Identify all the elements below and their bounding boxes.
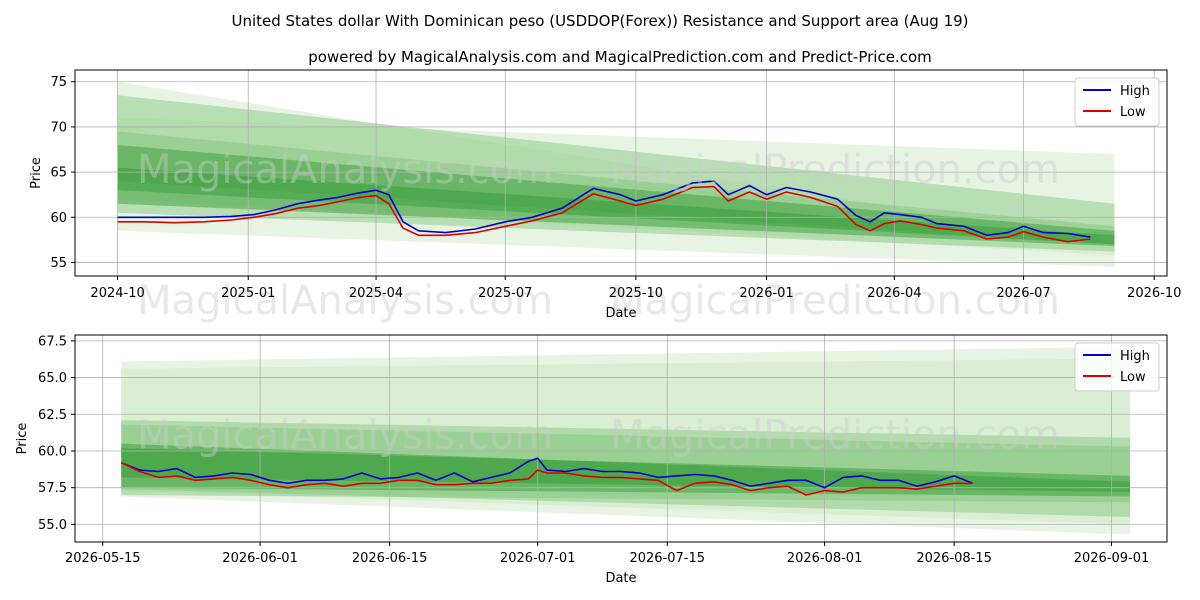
legend-label-high: High [1120,349,1150,364]
y-tick-label: 60 [50,211,67,226]
x-tick-label: 2026-07-01 [500,551,576,566]
y-tick-label: 67.5 [38,334,67,349]
x-tick-label: 2025-10 [609,286,663,301]
legend: High Low [1074,342,1160,392]
x-tick-label: 2025-01 [221,286,275,301]
x-tick-label: 2026-07-15 [629,551,705,566]
x-axis-label: Date [605,571,636,586]
watermark-text: MagicalPrediction.com [610,278,1060,324]
y-axis-label: Price [29,157,44,189]
x-tick-label: 2026-06-01 [222,551,298,566]
x-tick-label: 2026-10 [1127,286,1181,301]
x-tick-label: 2026-08-01 [787,551,863,566]
x-tick-label: 2026-04 [867,286,921,301]
legend: High Low [1074,77,1160,127]
y-tick-label: 65 [50,166,67,181]
chart-bottom: MagicalAnalysis.com MagicalPrediction.com… [15,334,1168,586]
y-tick-label: 60.0 [38,444,67,459]
y-axis-label: Price [15,423,30,455]
y-tick-label: 70 [50,120,67,135]
y-tick-label: 75 [50,75,67,90]
legend-label-low: Low [1120,370,1146,385]
x-tick-label: 2026-01 [739,286,793,301]
x-tick-label: 2024-10 [90,286,144,301]
watermark-text: MagicalAnalysis.com [137,147,553,193]
y-tick-label: 62.5 [38,408,67,423]
x-tick-label: 2026-06-15 [352,551,428,566]
x-tick-label: 2026-05-15 [65,551,141,566]
chart-top: MagicalAnalysis.com MagicalPrediction.com… [29,69,1181,324]
figure-subtitle: powered by MagicalAnalysis.com and Magic… [308,48,932,66]
legend-label-low: Low [1120,105,1146,120]
watermark-text: MagicalPrediction.com [610,413,1060,459]
figure-title: United States dollar With Dominican peso… [231,12,968,30]
y-tick-label: 55 [50,256,67,271]
y-tick-label: 55.0 [38,518,67,533]
legend-label-high: High [1120,84,1150,99]
watermark-text: MagicalPrediction.com [610,147,1060,193]
x-tick-label: 2025-04 [349,286,403,301]
x-tick-label: 2026-07 [996,286,1050,301]
y-tick-label: 57.5 [38,481,67,496]
x-tick-label: 2026-08-15 [916,551,992,566]
y-tick-label: 65.0 [38,371,67,386]
x-tick-label: 2026-09-01 [1074,551,1150,566]
x-tick-label: 2025-07 [478,286,532,301]
watermark-text: MagicalAnalysis.com [137,413,553,459]
x-axis-label: Date [605,306,636,321]
figure: United States dollar With Dominican peso… [15,12,1181,586]
watermark-text: MagicalAnalysis.com [137,278,553,324]
